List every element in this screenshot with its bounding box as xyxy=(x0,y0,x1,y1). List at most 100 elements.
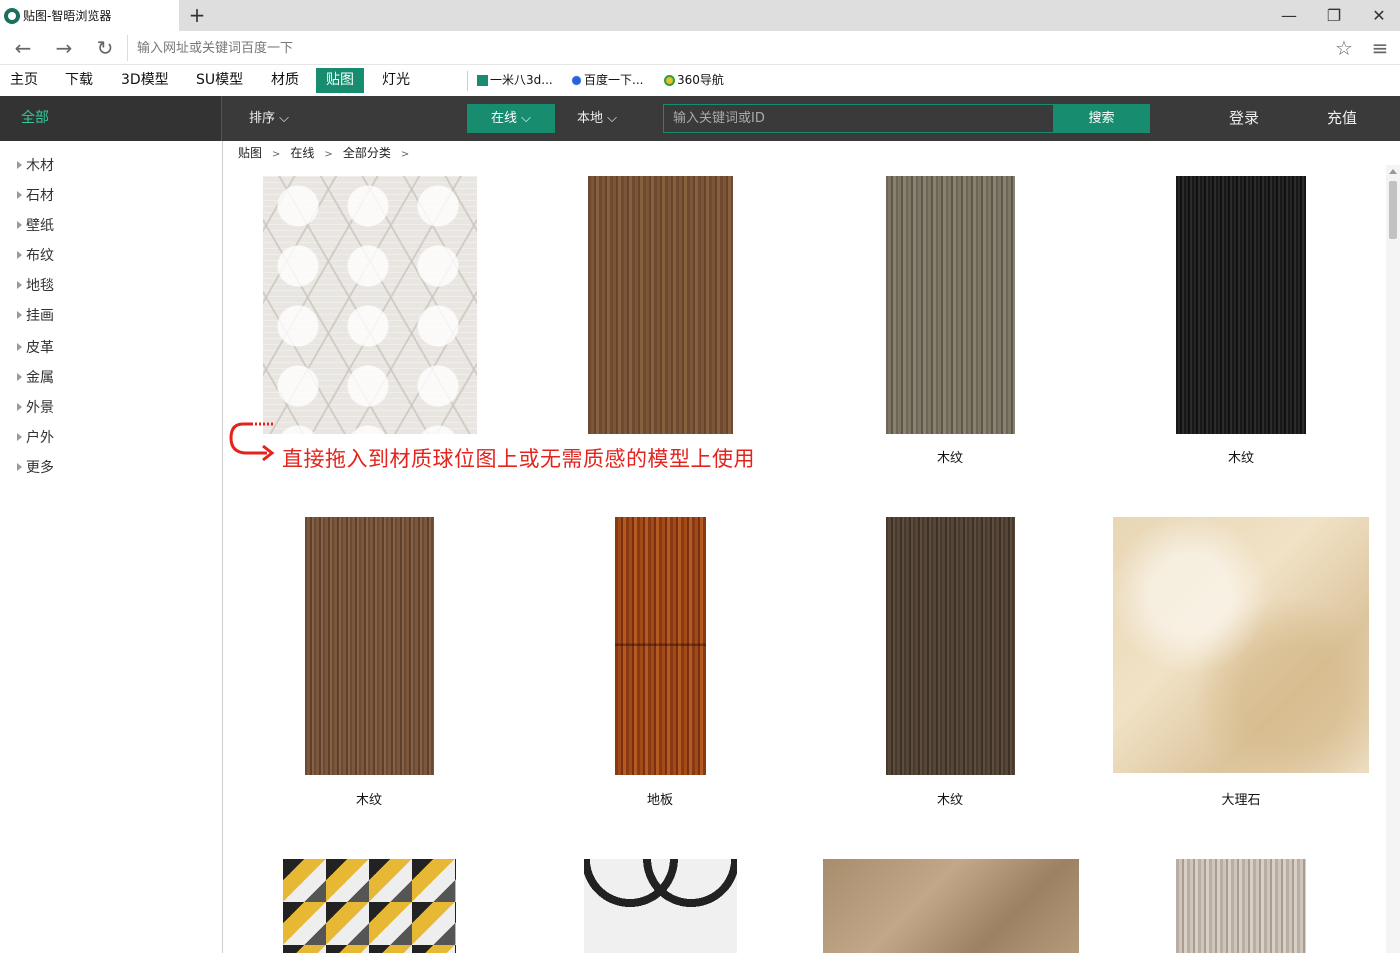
category-wallpaper[interactable]: 壁纸 xyxy=(17,215,54,237)
browser-tab[interactable]: 贴图-智晤浏览器 xyxy=(0,0,179,31)
category-label: 石材 xyxy=(26,188,54,204)
search-input[interactable] xyxy=(663,104,1054,133)
recharge-button[interactable]: 充值 xyxy=(1327,96,1357,141)
caret-right-icon xyxy=(17,221,22,229)
texture-label: 木纹 xyxy=(1227,451,1254,466)
category-label: 皮革 xyxy=(26,340,54,356)
category-metal[interactable]: 金属 xyxy=(17,367,54,389)
tab-download[interactable]: 下载 xyxy=(55,65,103,96)
category-wood[interactable]: 木材 xyxy=(17,155,54,177)
drag-hint-text: 直接拖入到材质球位图上或无需质感的模型上使用 xyxy=(282,447,755,471)
texture-thumbnail[interactable] xyxy=(886,517,1015,775)
caret-right-icon xyxy=(17,433,22,441)
texture-thumbnail[interactable] xyxy=(263,176,477,434)
menu-icon[interactable]: ≡ xyxy=(1367,35,1393,61)
tab-material[interactable]: 材质 xyxy=(261,65,309,96)
bookmarks-divider xyxy=(467,71,468,91)
360-icon xyxy=(664,75,675,86)
texture-thumbnail[interactable] xyxy=(1176,176,1306,434)
category-label: 外景 xyxy=(26,400,54,416)
vertical-scrollbar[interactable] xyxy=(1386,165,1400,953)
local-dropdown[interactable]: 本地 ⌵ xyxy=(577,96,617,141)
restore-button[interactable]: ❐ xyxy=(1311,0,1357,31)
category-label: 木材 xyxy=(26,158,54,174)
category-more[interactable]: 更多 xyxy=(17,457,54,479)
login-button[interactable]: 登录 xyxy=(1229,96,1259,141)
caret-right-icon xyxy=(17,373,22,381)
new-tab-button[interactable]: + xyxy=(186,3,208,27)
drag-hint-arrow-icon xyxy=(229,422,275,462)
breadcrumb-texture[interactable]: 贴图 xyxy=(238,146,262,160)
bookmark-360[interactable]: 360导航 xyxy=(664,65,724,96)
back-icon[interactable]: ← xyxy=(10,35,36,61)
category-label: 户外 xyxy=(26,430,54,446)
texture-label: 木纹 xyxy=(936,793,963,808)
search-button[interactable]: 搜索 xyxy=(1053,104,1150,133)
breadcrumb-online[interactable]: 在线 xyxy=(290,146,314,160)
texture-thumbnail[interactable] xyxy=(283,859,456,953)
chevron-down-icon: ⌵ xyxy=(521,111,531,126)
bookmark-yimiba[interactable]: 一米八3d... xyxy=(477,65,553,96)
caret-right-icon xyxy=(17,161,22,169)
online-dropdown[interactable]: 在线 ⌵ xyxy=(467,104,555,133)
category-label: 布纹 xyxy=(26,248,54,264)
texture-thumbnail[interactable] xyxy=(823,859,1079,953)
texture-thumbnail[interactable] xyxy=(305,517,434,775)
tab-title: 贴图-智晤浏览器 xyxy=(23,9,112,23)
category-label: 壁纸 xyxy=(26,218,54,234)
breadcrumb-separator: > xyxy=(272,149,281,160)
bookmark-star-icon[interactable]: ☆ xyxy=(1331,35,1357,61)
tab-home[interactable]: 主页 xyxy=(0,65,48,96)
category-label: 地毯 xyxy=(26,278,54,294)
local-label: 本地 xyxy=(577,111,604,126)
reload-icon[interactable]: ↻ xyxy=(92,35,118,61)
texture-label: 木纹 xyxy=(355,793,382,808)
category-exterior[interactable]: 外景 xyxy=(17,397,54,419)
breadcrumb-separator: > xyxy=(324,149,333,160)
all-categories-label: 全部 xyxy=(21,110,49,126)
caret-right-icon xyxy=(17,403,22,411)
online-label: 在线 xyxy=(490,111,517,126)
sort-dropdown[interactable]: 排序 ⌵ xyxy=(249,96,289,141)
title-bar: 贴图-智晤浏览器 + — ❐ ✕ xyxy=(0,0,1400,31)
texture-thumbnail[interactable] xyxy=(886,176,1015,434)
scroll-thumb[interactable] xyxy=(1389,181,1397,239)
forward-icon[interactable]: → xyxy=(51,35,77,61)
texture-thumbnail[interactable] xyxy=(1176,859,1306,953)
minimize-button[interactable]: — xyxy=(1266,0,1312,31)
texture-thumbnail[interactable] xyxy=(615,517,706,775)
texture-label: 大理石 xyxy=(1221,793,1261,808)
yimiba-icon xyxy=(477,75,488,86)
category-stone[interactable]: 石材 xyxy=(17,185,54,207)
tab-texture[interactable]: 贴图 xyxy=(316,68,364,93)
caret-right-icon xyxy=(17,463,22,471)
category-painting[interactable]: 挂画 xyxy=(17,305,54,327)
bookmark-label: 360导航 xyxy=(677,73,724,87)
texture-thumbnail[interactable] xyxy=(584,859,737,953)
category-carpet[interactable]: 地毯 xyxy=(17,275,54,297)
category-fabric[interactable]: 布纹 xyxy=(17,245,54,267)
all-categories-button[interactable]: 全部 xyxy=(0,96,222,141)
caret-right-icon xyxy=(17,281,22,289)
scroll-up-icon[interactable] xyxy=(1389,169,1397,174)
chevron-down-icon: ⌵ xyxy=(607,111,618,126)
caret-right-icon xyxy=(17,191,22,199)
category-leather[interactable]: 皮革 xyxy=(17,337,54,359)
tab-lighting[interactable]: 灯光 xyxy=(372,65,420,96)
texture-thumbnail[interactable] xyxy=(1113,517,1369,773)
category-outdoor[interactable]: 户外 xyxy=(17,427,54,449)
tab-su-model[interactable]: SU模型 xyxy=(186,65,253,96)
url-input[interactable] xyxy=(127,35,1317,61)
browser-logo-icon xyxy=(4,7,20,24)
baidu-icon xyxy=(571,75,582,86)
bookmark-label: 百度一下... xyxy=(584,73,644,87)
texture-thumbnail[interactable] xyxy=(588,176,733,434)
bookmark-label: 一米八3d... xyxy=(490,73,553,87)
caret-right-icon xyxy=(17,311,22,319)
texture-label: 地板 xyxy=(646,793,673,808)
tab-3d-model[interactable]: 3D模型 xyxy=(111,65,179,96)
close-button[interactable]: ✕ xyxy=(1356,0,1400,31)
app-header: 全部 排序 ⌵ 在线 ⌵ 本地 ⌵ 搜索 登录 充值 xyxy=(0,96,1400,141)
bookmark-baidu[interactable]: 百度一下... xyxy=(571,65,643,96)
breadcrumb-all[interactable]: 全部分类 xyxy=(343,146,391,160)
